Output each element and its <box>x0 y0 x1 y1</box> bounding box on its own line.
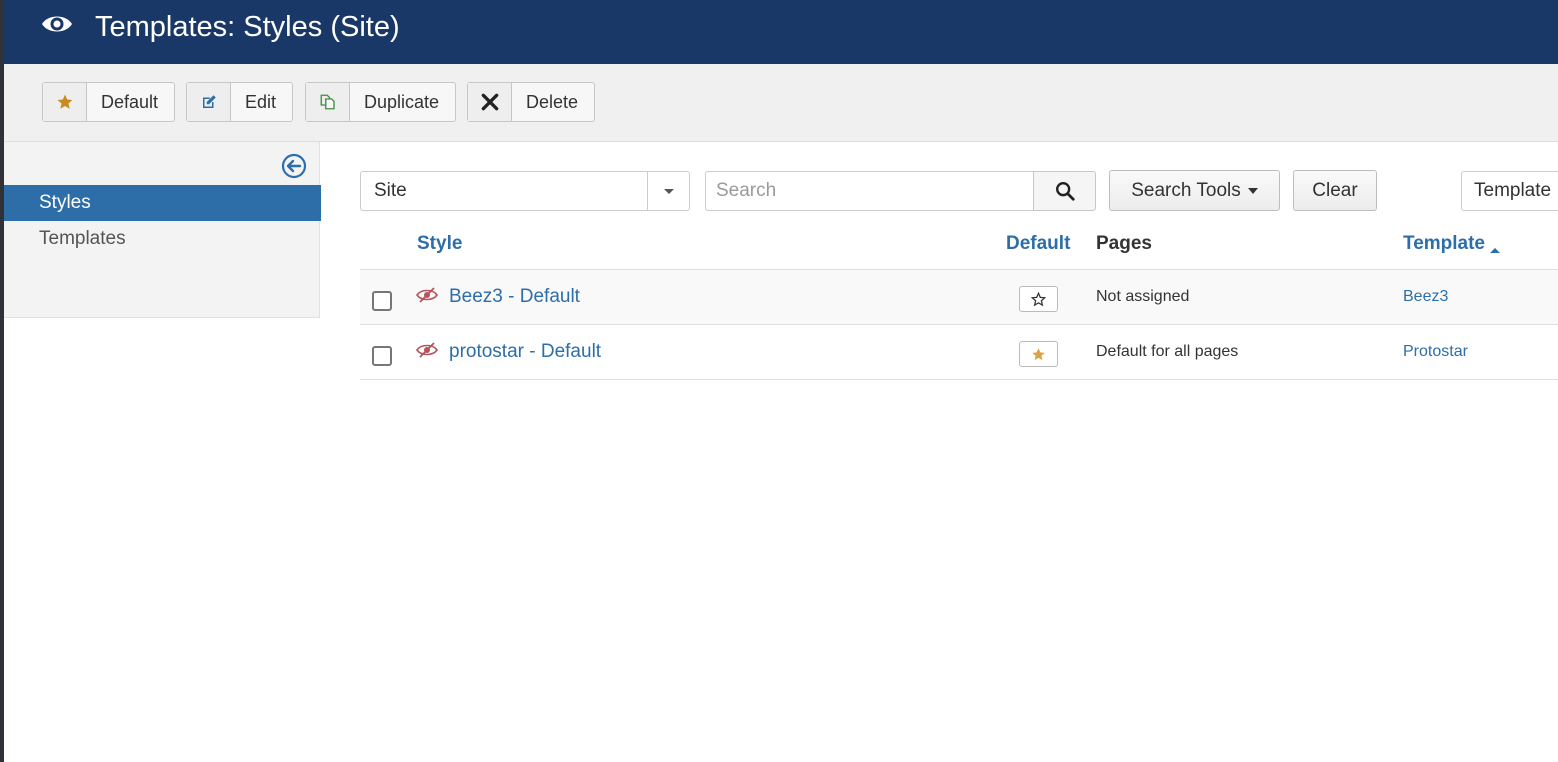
page-title: Templates: Styles (Site) <box>95 11 400 43</box>
search-icon <box>1055 182 1075 201</box>
styles-table: Style Default Pages Template Beez3 - Def… <box>360 226 1558 380</box>
close-icon <box>481 93 498 111</box>
window-left-edge <box>0 0 4 762</box>
star-icon <box>57 94 72 109</box>
template-link[interactable]: Beez3 <box>1403 288 1448 306</box>
row-checkbox[interactable] <box>372 291 392 311</box>
search-tools-label: Search Tools <box>1131 179 1241 201</box>
sidebar: Styles Templates <box>0 142 321 318</box>
delete-button-label: Delete <box>526 91 579 112</box>
sidebar-item-templates[interactable]: Templates <box>0 221 321 257</box>
template-link[interactable]: Protostar <box>1403 343 1468 361</box>
style-name-link[interactable]: Beez3 - Default <box>449 286 580 308</box>
clear-button[interactable]: Clear <box>1293 170 1377 211</box>
table-header: Style Default Pages Template <box>360 226 1558 270</box>
duplicate-button[interactable]: Duplicate <box>305 82 457 122</box>
set-default-button[interactable] <box>1019 286 1058 312</box>
client-select[interactable]: Site <box>360 171 690 211</box>
star-icon <box>1032 347 1045 360</box>
star-outline-icon <box>1031 291 1046 306</box>
caret-down-icon <box>1247 187 1258 194</box>
eye-icon <box>42 16 72 32</box>
default-button-label: Default <box>101 91 159 112</box>
edit-button[interactable]: Edit <box>186 82 294 122</box>
eye-slash-icon <box>416 287 438 303</box>
sort-select[interactable]: Template <box>1461 171 1558 211</box>
eye-slash-icon <box>416 342 438 358</box>
search-input[interactable] <box>705 171 1035 211</box>
clear-button-label: Clear <box>1312 179 1358 201</box>
toolbar: Default Edit Duplicate Delete <box>0 64 1558 142</box>
default-star-button[interactable] <box>1019 341 1058 367</box>
column-default[interactable]: Default <box>1006 233 1070 255</box>
sort-ascending-icon <box>1490 248 1501 254</box>
row-checkbox[interactable] <box>372 346 392 366</box>
collapse-sidebar-icon[interactable] <box>281 153 307 179</box>
edit-button-label: Edit <box>245 91 277 112</box>
page-header: Templates: Styles (Site) <box>0 0 1558 64</box>
table-row: Beez3 - Default Not assigned Beez3 <box>360 270 1558 325</box>
search-tools-button[interactable]: Search Tools <box>1109 170 1280 211</box>
duplicate-button-label: Duplicate <box>364 91 440 112</box>
search-button[interactable] <box>1033 171 1096 211</box>
column-template[interactable]: Template <box>1403 233 1501 255</box>
default-button[interactable]: Default <box>42 82 176 122</box>
delete-button[interactable]: Delete <box>467 82 596 122</box>
column-pages: Pages <box>1096 233 1152 254</box>
column-style[interactable]: Style <box>417 233 462 255</box>
pages-value: Not assigned <box>1096 288 1190 305</box>
copy-icon <box>320 94 335 110</box>
chevron-down-icon <box>647 172 689 210</box>
style-name-link[interactable]: protostar - Default <box>449 341 601 363</box>
sidebar-item-styles[interactable]: Styles <box>0 185 321 221</box>
pages-value: Default for all pages <box>1096 343 1239 360</box>
client-select-value: Site <box>374 180 407 201</box>
edit-icon <box>202 95 216 108</box>
table-row: protostar - Default Default for all page… <box>360 325 1558 380</box>
